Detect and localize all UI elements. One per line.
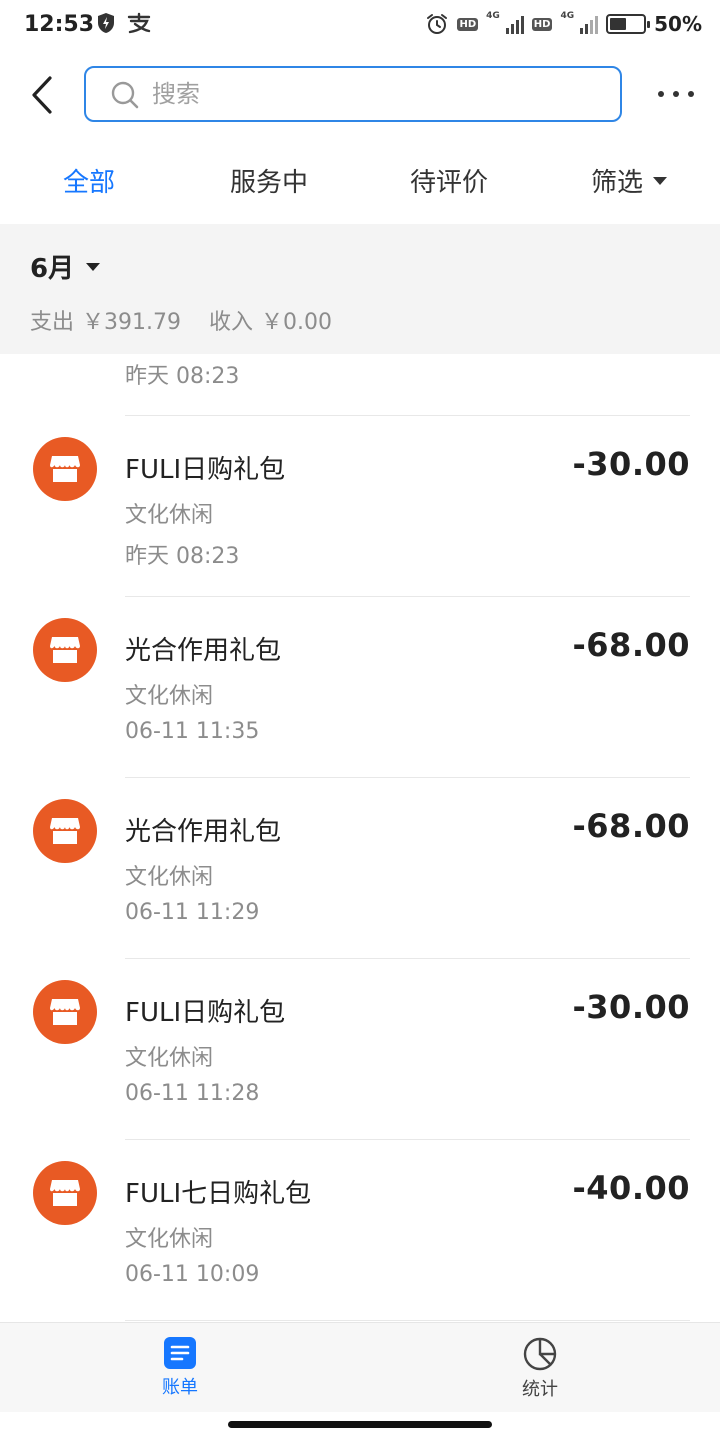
store-icon: [33, 618, 97, 682]
transaction-title: FULI七日购礼包: [125, 1179, 312, 1209]
month-summary-panel: 6月 支出 ￥391.79 收入 ￥0.00: [0, 224, 720, 354]
transaction-row[interactable]: 光合作用礼包 文化休闲 06-11 11:29 -68.00: [0, 777, 720, 958]
transaction-time: 06-11 11:35: [125, 719, 260, 744]
transaction-category: 文化休闲: [125, 1046, 214, 1071]
signal-4g-icon: [505, 14, 524, 34]
more-dot: [673, 91, 679, 97]
month-label: 6月: [30, 254, 75, 284]
header: [0, 52, 720, 138]
transaction-list[interactable]: 昨天 08:23 FULI日购礼包 文化休闲 昨天 08:23 -30.00 光…: [0, 354, 720, 1322]
network-type-label: 4G: [560, 11, 575, 21]
alarm-icon: [427, 14, 448, 34]
transaction-amount: -30.00: [572, 988, 690, 1026]
search-icon: [111, 81, 139, 109]
transaction-category: 文化休闲: [125, 684, 214, 709]
transaction-time: 06-11 10:09: [125, 1262, 260, 1287]
row-divider: [125, 1139, 690, 1140]
transaction-amount: -68.00: [572, 807, 690, 845]
tab-pending-review[interactable]: 待评价: [410, 162, 488, 199]
shield-icon: [98, 13, 114, 33]
pie-chart-icon: [523, 1337, 557, 1371]
store-icon: [33, 980, 97, 1044]
more-dots-icon: [658, 91, 664, 97]
back-button[interactable]: [22, 70, 66, 120]
transaction-title: 光合作用礼包: [125, 817, 282, 847]
tab-filter[interactable]: 筛选: [591, 162, 668, 199]
expense-label: 支出: [30, 310, 75, 335]
transaction-title: 光合作用礼包: [125, 636, 282, 666]
income-label: 收入: [209, 310, 254, 335]
status-left-icons: [96, 12, 152, 34]
row-divider: [125, 596, 690, 597]
home-indicator[interactable]: [228, 1421, 492, 1428]
status-bar: 12:53 HD 4G HD 4G 50%: [0, 0, 720, 52]
transaction-row[interactable]: FULI七日购礼包 文化休闲 06-11 10:09 -40.00: [0, 1139, 720, 1320]
more-options-button[interactable]: [658, 82, 694, 106]
transaction-title: FULI日购礼包: [125, 455, 286, 485]
signal-4g-icon: [580, 14, 599, 34]
bottom-nav: 账单 统计: [0, 1322, 720, 1412]
nav-bill-label: 账单: [162, 1377, 198, 1398]
back-arrow-icon: [32, 76, 52, 114]
month-totals: 支出 ￥391.79 收入 ￥0.00: [30, 304, 332, 336]
battery-fill: [610, 18, 627, 30]
row-divider: [125, 415, 690, 416]
store-icon: [33, 799, 97, 863]
filter-tabs: 全部 服务中 待评价 筛选: [0, 138, 720, 224]
row-divider: [125, 1320, 690, 1321]
hd-icon: HD: [531, 17, 553, 31]
transaction-amount: -68.00: [572, 626, 690, 664]
month-selector[interactable]: 6月: [30, 248, 101, 285]
transaction-amount: -30.00: [572, 445, 690, 483]
transaction-title: FULI日购礼包: [125, 998, 286, 1028]
transaction-row[interactable]: FULI日购礼包 文化休闲 昨天 08:23 -30.00: [0, 415, 720, 596]
transaction-time: 06-11 11:28: [125, 1081, 260, 1106]
expense-value: ￥391.79: [82, 310, 181, 335]
battery-icon: [606, 14, 651, 34]
more-dot: [688, 91, 694, 97]
caret-down-icon: [86, 262, 101, 271]
hd-icon: HD: [457, 17, 479, 31]
tab-all[interactable]: 全部: [63, 162, 115, 199]
battery-percent: 50%: [654, 12, 702, 36]
network-type-label: 4G: [486, 11, 500, 21]
nav-statistics[interactable]: 统计: [480, 1337, 600, 1401]
status-time: 12:53: [24, 12, 95, 37]
tab-filter-label: 筛选: [591, 168, 644, 198]
transaction-time: 昨天 08:23: [125, 544, 240, 569]
nav-statistics-label: 统计: [522, 1379, 558, 1400]
transaction-amount: -40.00: [572, 1169, 690, 1207]
bill-icon: [164, 1337, 196, 1369]
alipay-icon: [127, 12, 151, 34]
row-divider: [125, 958, 690, 959]
status-right-icons: HD 4G HD 4G 50%: [425, 11, 702, 36]
transaction-category: 文化休闲: [125, 1227, 214, 1252]
search-input[interactable]: [152, 76, 592, 112]
transaction-category: 文化休闲: [125, 503, 214, 528]
tab-in-service[interactable]: 服务中: [230, 162, 308, 199]
store-icon: [33, 437, 97, 501]
row-divider: [125, 777, 690, 778]
transaction-time: 06-11 11:29: [125, 900, 260, 925]
transaction-category: 文化休闲: [125, 865, 214, 890]
nav-bill[interactable]: 账单: [120, 1337, 240, 1399]
search-box[interactable]: [84, 66, 622, 122]
transaction-row[interactable]: 光合作用礼包 文化休闲 06-11 11:35 -68.00: [0, 596, 720, 777]
store-icon: [33, 1161, 97, 1225]
transaction-row[interactable]: FULI日购礼包 文化休闲 06-11 11:28 -30.00: [0, 958, 720, 1139]
caret-down-icon: [653, 176, 668, 185]
partial-row-time: 昨天 08:23: [125, 364, 240, 389]
income-value: ￥0.00: [261, 310, 333, 335]
